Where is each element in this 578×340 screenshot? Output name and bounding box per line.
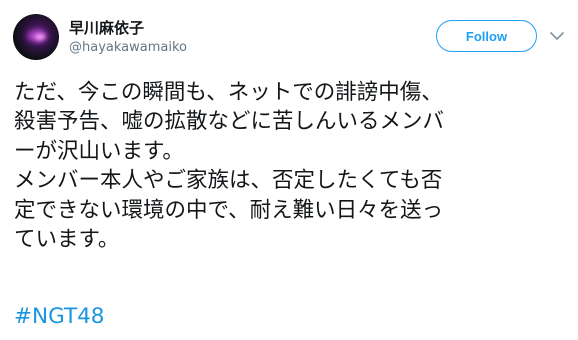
follow-button[interactable]: Follow	[436, 20, 537, 52]
tweet-line: 殺害予告、嘘の拡散などに苦しんいるメンバ	[14, 109, 445, 135]
chevron-down-icon[interactable]	[549, 28, 565, 44]
tweet-text: ただ、今この瞬間も、ネットでの誹謗中傷、 殺害予告、嘘の拡散などに苦しんいるメン…	[14, 78, 570, 254]
tweet-line: ーが沢山います。	[14, 138, 184, 164]
tweet-line: メンバー本人やご家族は、否定したくても否	[14, 168, 443, 194]
avatar-glow-core	[35, 34, 45, 40]
tweet-line: ただ、今この瞬間も、ネットでの誹謗中傷、	[14, 80, 443, 105]
hashtag-link[interactable]: #NGT48	[14, 304, 104, 329]
display-name[interactable]: 早川麻依子	[69, 17, 144, 38]
tweet-line: 定できない環境の中で、耐え難い日々を送っ	[14, 197, 444, 223]
avatar[interactable]	[13, 14, 59, 60]
user-handle[interactable]: @hayakawamaiko	[69, 40, 187, 55]
tweet-line: ています。	[14, 226, 120, 252]
